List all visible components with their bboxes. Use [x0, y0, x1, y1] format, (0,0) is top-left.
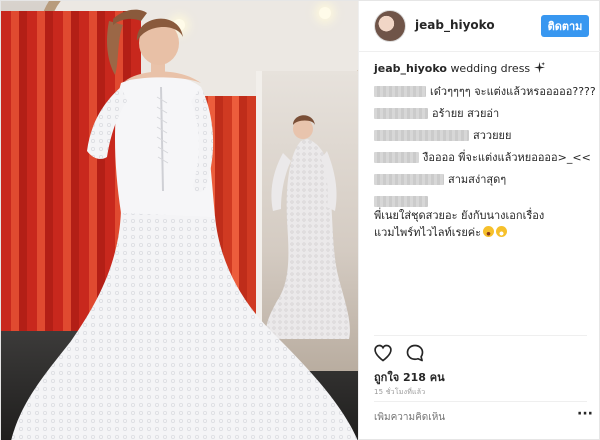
redacted-username: [374, 152, 419, 163]
avatar[interactable]: [374, 10, 406, 42]
more-options-icon[interactable]: ···: [577, 406, 593, 422]
comment-text: เด๋วๆๆๆๆ จะแต่งแล้วหรอออออ????: [430, 85, 596, 98]
post-header: jeab_hiyoko ติดตาม: [359, 1, 600, 52]
post-side-panel: jeab_hiyoko ติดตาม jeab_hiyoko wedding d…: [358, 1, 600, 440]
wedding-dress-figure: [11, 9, 358, 440]
comment-text: สามสง่าสุดๆ: [448, 173, 507, 186]
mirror-reflection: [266, 115, 350, 339]
comment-text: พี่เนยใส่ชุดสวยอะ ยังกับนางเอกเรื่อง: [374, 209, 545, 222]
post-timestamp: 15 ชั่วโมงที่แล้ว: [374, 388, 426, 396]
redacted-username: [374, 108, 428, 119]
post-photo[interactable]: [1, 1, 358, 440]
comment-bubble-icon[interactable]: [405, 343, 425, 363]
heart-icon[interactable]: [373, 343, 393, 363]
comment-text-line2: แวมไพร์ทไวไลท์เรยค่ะ: [374, 226, 482, 239]
comment-item: งืออออ พี่จะแต่งแล้วหยออออ>_<<: [374, 149, 596, 166]
comment-text: สววยยย: [473, 129, 512, 142]
caption-username[interactable]: jeab_hiyoko: [374, 62, 447, 75]
heart-eyes-emoji-icon: [483, 226, 495, 237]
comment-item: อร้ายย สวยอ่า: [374, 105, 596, 122]
comments-list: jeab_hiyoko wedding dress เด๋วๆๆๆๆ จะแต่…: [374, 61, 596, 246]
redacted-username: [374, 86, 426, 97]
comment-text: งืออออ พี่จะแต่งแล้วหยออออ>_<<: [423, 151, 591, 164]
divider: [374, 335, 587, 336]
grinning-emoji-icon: [496, 226, 508, 237]
comment-text-continued: แวมไพร์ทไวไลท์เรยค่ะ: [374, 224, 596, 241]
caption-text: wedding dress: [450, 62, 531, 75]
comment-text: อร้ายย สวยอ่า: [432, 107, 500, 120]
comment-item: สววยยย: [374, 127, 596, 144]
comment-item: สามสง่าสุดๆ: [374, 171, 596, 188]
post-actions: [373, 341, 425, 365]
follow-button[interactable]: ติดตาม: [541, 15, 589, 37]
post-username[interactable]: jeab_hiyoko: [415, 18, 495, 32]
comment-item: เด๋วๆๆๆๆ จะแต่งแล้วหรอออออ????: [374, 83, 596, 100]
comment-item: พี่เนยใส่ชุดสวยอะ ยังกับนางเอกเรื่อง แวม…: [374, 193, 596, 241]
post-caption: jeab_hiyoko wedding dress: [374, 61, 596, 77]
add-comment-input[interactable]: [374, 412, 574, 423]
instagram-post: jeab_hiyoko ติดตาม jeab_hiyoko wedding d…: [0, 0, 600, 440]
sparkles-icon: [533, 62, 545, 73]
likes-count[interactable]: ถูกใจ 218 คน: [374, 368, 445, 386]
redacted-username: [374, 130, 469, 141]
redacted-username: [374, 196, 428, 207]
redacted-username: [374, 174, 444, 185]
divider: [374, 401, 587, 402]
